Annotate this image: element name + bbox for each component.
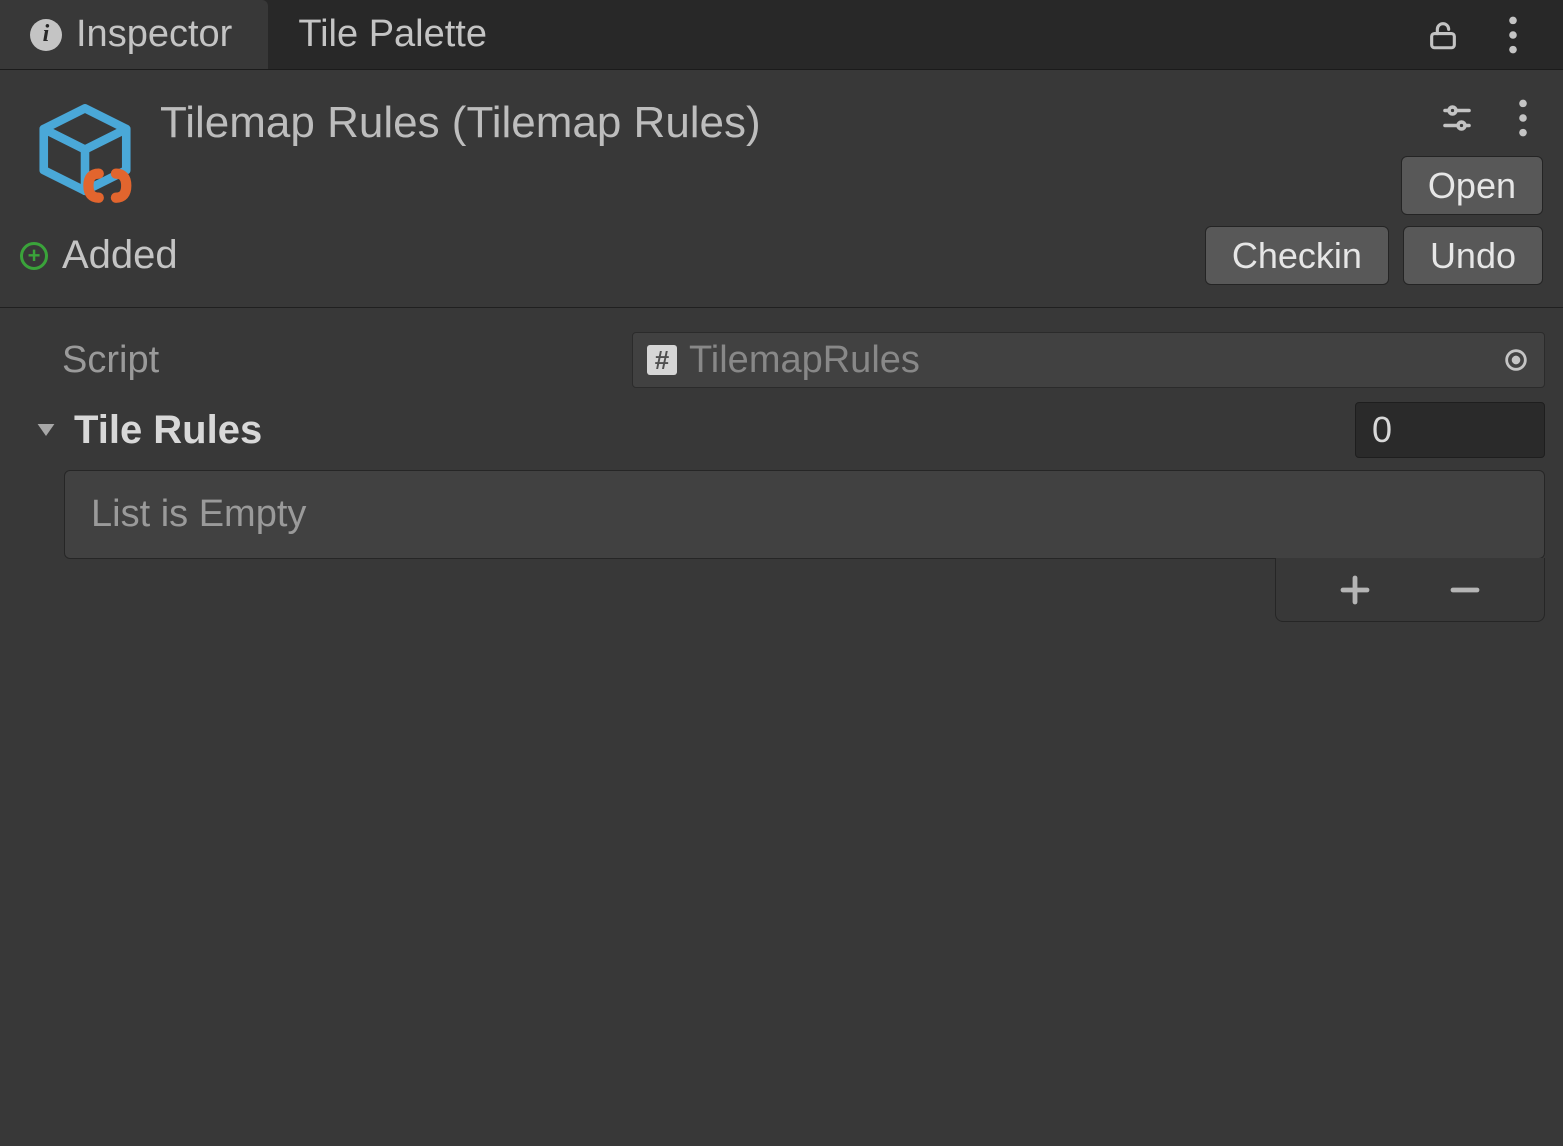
tile-rules-label: Tile Rules [74, 408, 262, 453]
tile-rules-list: List is Empty [64, 470, 1545, 559]
checkin-button[interactable]: Checkin [1205, 226, 1389, 285]
list-add-button[interactable] [1325, 565, 1385, 615]
script-row: Script # TilemapRules [18, 328, 1545, 392]
open-button[interactable]: Open [1401, 156, 1543, 215]
asset-title: Tilemap Rules (Tilemap Rules) [160, 88, 1401, 148]
lock-icon[interactable] [1423, 15, 1463, 55]
foldout-arrow-icon[interactable] [26, 410, 66, 450]
undo-button[interactable]: Undo [1403, 226, 1543, 285]
list-empty-text: List is Empty [91, 493, 306, 535]
tile-rules-count-field[interactable] [1355, 402, 1545, 458]
script-file-icon: # [647, 345, 677, 375]
tab-tile-palette-label: Tile Palette [298, 13, 487, 56]
script-label: Script [62, 339, 622, 382]
kebab-menu-icon[interactable] [1493, 15, 1533, 55]
context-menu-icon[interactable] [1503, 98, 1543, 138]
tile-rules-header: Tile Rules [18, 398, 1545, 462]
list-remove-button[interactable] [1435, 565, 1495, 615]
object-picker-icon[interactable] [1496, 340, 1536, 380]
preset-icon[interactable] [1437, 98, 1477, 138]
script-field[interactable]: # TilemapRules [632, 332, 1545, 388]
tab-inspector-label: Inspector [76, 13, 232, 56]
asset-header: Tilemap Rules (Tilemap Rules) Open + [0, 70, 1563, 308]
vcs-status-label: Added [62, 233, 178, 278]
tab-inspector[interactable]: i Inspector [0, 0, 268, 69]
properties-panel: Script # TilemapRules Tile Rules List is… [0, 308, 1563, 629]
vcs-added-icon: + [20, 242, 48, 270]
info-icon: i [30, 19, 62, 51]
script-value: TilemapRules [689, 339, 1484, 382]
asset-type-icon [20, 88, 150, 218]
tab-tile-palette[interactable]: Tile Palette [268, 0, 523, 69]
tab-strip: i Inspector Tile Palette [0, 0, 1563, 70]
